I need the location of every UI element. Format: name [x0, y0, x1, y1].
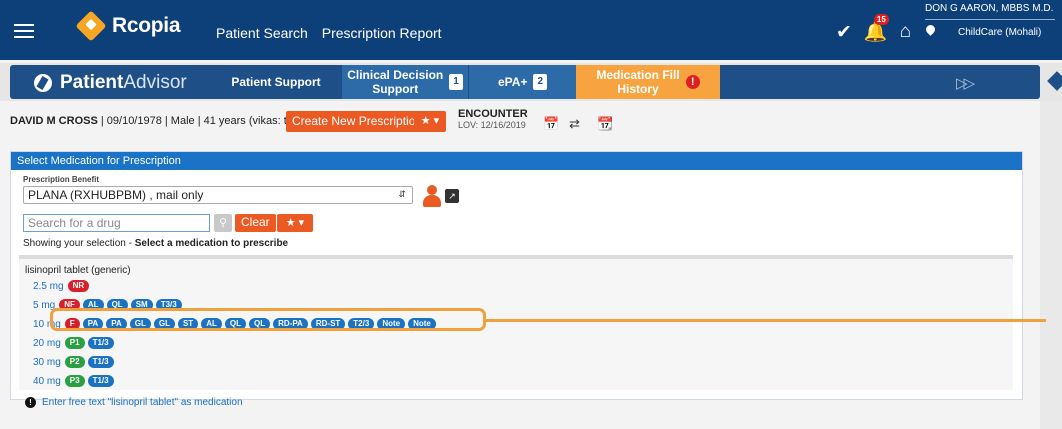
- top-icons: ✔ 🔔 15 ⌂: [836, 14, 923, 44]
- tab-mfh-line1: Medication Fill: [596, 68, 680, 82]
- tab-mfh-line2: History: [617, 82, 659, 96]
- search-favorites-button[interactable]: ★ ▾: [277, 214, 313, 232]
- nav-patient-search[interactable]: Patient Search: [216, 25, 308, 41]
- freetext-label: Enter free text "lisinopril tablet" as m…: [42, 397, 243, 408]
- calendar-icon[interactable]: 📆: [597, 116, 613, 132]
- select-arrow-icon: ⇵: [398, 189, 406, 199]
- alert-icon: !: [685, 75, 700, 89]
- dose-row[interactable]: 40 mg P3 T1/3: [33, 374, 117, 388]
- tab-cds-line2: Support: [372, 82, 419, 96]
- tab-clinical-decision-support[interactable]: Clinical Decision Support 1: [342, 65, 468, 99]
- tab-patient-support[interactable]: Patient Support: [214, 65, 338, 99]
- epa-count: 2: [533, 74, 548, 90]
- drug-search-input[interactable]: Search for a drug: [23, 214, 210, 232]
- patient-info: DAVID M CROSS | 09/10/1978 | Male | 41 y…: [10, 115, 302, 127]
- right-gutter: [1040, 101, 1062, 429]
- user-name[interactable]: DON G AARON, MBBS M.D.: [925, 3, 1053, 14]
- patient-advisor-bar: PatientAdvisor Patient Support Clinical …: [0, 63, 1062, 101]
- logo-bold: Patient: [60, 72, 124, 93]
- external-link-icon[interactable]: ↗: [445, 189, 459, 203]
- dose-label[interactable]: 30 mg: [33, 357, 61, 368]
- formulary-badge[interactable]: P2: [64, 356, 85, 368]
- top-bar: Rcopia Patient Search Prescription Repor…: [0, 0, 1062, 60]
- person-alert-icon[interactable]: [423, 185, 441, 207]
- tab-medication-fill-history[interactable]: Medication Fill History !: [576, 65, 720, 99]
- logo-light: Advisor: [123, 72, 187, 93]
- dose-label[interactable]: 20 mg: [33, 338, 61, 349]
- showing-text: Showing your selection - Select a medica…: [23, 238, 289, 249]
- formulary-badge[interactable]: T1/3: [87, 337, 114, 349]
- notification-badge: 15: [873, 14, 889, 25]
- patient-advisor-nav: PatientAdvisor Patient Support Clinical …: [10, 65, 1040, 99]
- drug-name: lisinopril tablet (generic): [25, 265, 131, 276]
- brand-name: Rcopia: [112, 14, 181, 37]
- encounter-label: ENCOUNTER: [458, 108, 528, 120]
- tab-cds-line1: Clinical Decision: [347, 68, 444, 82]
- top-nav: Patient Search Prescription Report: [216, 25, 452, 41]
- patient-row: DAVID M CROSS | 09/10/1978 | Male | 41 y…: [0, 106, 1040, 136]
- app-root: Rcopia Patient Search Prescription Repor…: [0, 0, 1062, 429]
- hamburger-menu-icon[interactable]: [14, 24, 34, 38]
- search-icon[interactable]: ⚲: [214, 214, 232, 232]
- benefit-select[interactable]: PLANA (RXHUBPBM) , mail only ⇵: [23, 186, 413, 204]
- tab-epa[interactable]: ePA+ 2: [468, 65, 576, 99]
- tab-patient-support-label: Patient Support: [231, 75, 321, 89]
- formulary-badge[interactable]: NR: [67, 280, 90, 292]
- rcopia-logo[interactable]: Rcopia: [75, 10, 181, 42]
- encounter-lov: LOV: 12/16/2019: [458, 120, 526, 130]
- formulary-badge[interactable]: P3: [64, 375, 85, 387]
- patient-name: DAVID M CROSS: [10, 115, 98, 127]
- dose-label[interactable]: 2.5 mg: [33, 281, 64, 292]
- dose-row[interactable]: 2.5 mg NR: [33, 279, 92, 293]
- benefit-label: Prescription Benefit: [23, 175, 100, 184]
- tab-epa-label: ePA+: [497, 75, 528, 89]
- checkmark-tray-icon[interactable]: ✔: [836, 21, 852, 44]
- dose-row[interactable]: 20 mg P1 T1/3: [33, 336, 117, 350]
- chevron-right-icon[interactable]: ▷▷: [956, 74, 975, 92]
- patient-advisor-logo: PatientAdvisor: [34, 72, 187, 94]
- clear-button[interactable]: Clear: [235, 214, 276, 232]
- highlight-outline: [50, 308, 486, 331]
- home-icon[interactable]: ⌂: [900, 21, 911, 43]
- nav-prescription-report[interactable]: Prescription Report: [322, 25, 442, 41]
- formulary-badge[interactable]: P1: [64, 337, 85, 349]
- callout-connector-line: [486, 319, 1046, 322]
- info-icon: !: [25, 397, 36, 408]
- patient-advisor-icon: [34, 74, 52, 92]
- panel-title: Select Medication for Prescription: [11, 152, 1022, 170]
- calendar-check-icon[interactable]: 📅: [543, 116, 559, 132]
- formulary-badge[interactable]: T1/3: [87, 375, 114, 387]
- bell-icon[interactable]: 🔔 15: [864, 14, 889, 44]
- create-prescription-button[interactable]: Create New Prescription: [286, 111, 429, 132]
- patient-details: | 09/10/1978 | Male | 41 years (vikas: t…: [97, 115, 303, 127]
- cds-count: 1: [449, 74, 463, 90]
- dose-label[interactable]: 40 mg: [33, 376, 61, 387]
- location-pin-icon: [924, 23, 937, 36]
- location-name[interactable]: ChildCare (Mohali): [958, 27, 1041, 38]
- encounter: ENCOUNTER LOV: 12/16/2019: [458, 108, 528, 130]
- freetext-link[interactable]: ! Enter free text "lisinopril tablet" as…: [25, 397, 243, 408]
- user-divider: [925, 19, 1055, 20]
- formulary-badge[interactable]: T1/3: [87, 356, 114, 368]
- swap-icon[interactable]: ⇄: [569, 116, 580, 132]
- dose-row[interactable]: 30 mg P2 T1/3: [33, 355, 117, 369]
- benefit-value: PLANA (RXHUBPBM) , mail only: [28, 188, 204, 202]
- rcopia-diamond-icon: [75, 10, 107, 42]
- select-medication-panel: Select Medication for Prescription Presc…: [10, 151, 1023, 408]
- favorites-dropdown-button[interactable]: ★ ▾: [414, 111, 446, 132]
